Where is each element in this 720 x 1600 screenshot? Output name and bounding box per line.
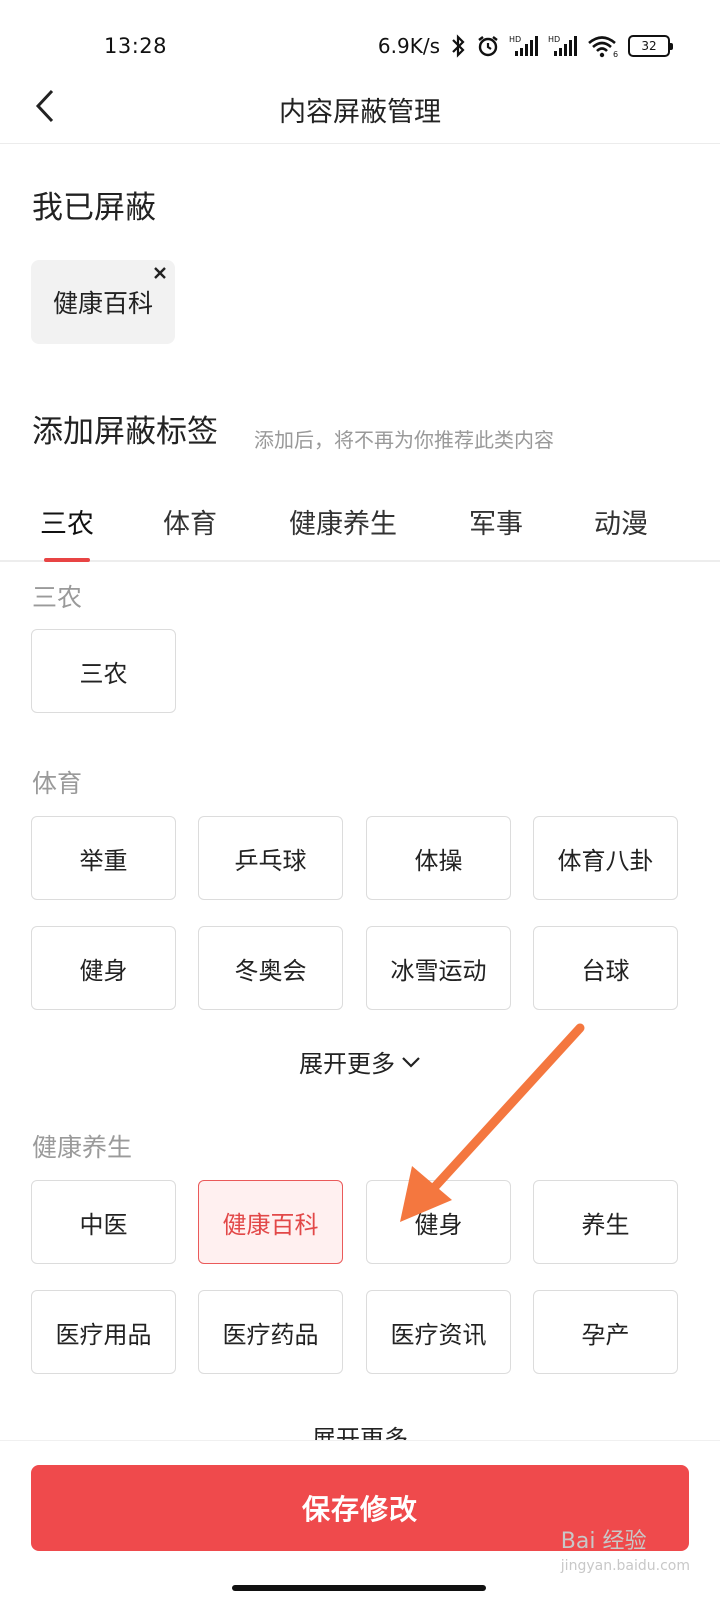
svg-text:HD: HD bbox=[509, 35, 521, 44]
tab-tiyu[interactable]: 体育 bbox=[163, 502, 217, 541]
tag-option[interactable]: 健身 bbox=[31, 926, 176, 1010]
svg-text:6: 6 bbox=[613, 50, 618, 58]
add-section-hint: 添加后，将不再为你推荐此类内容 bbox=[254, 428, 554, 452]
tab-dongman[interactable]: 动漫 bbox=[594, 502, 648, 541]
svg-text:HD: HD bbox=[548, 35, 560, 44]
watermark-domain: jingyan.baidu.com bbox=[560, 1558, 690, 1574]
signal-hd-icon: HD bbox=[548, 34, 578, 58]
watermark-logo: Bai 经验 jingyan.baidu.com bbox=[561, 1530, 690, 1578]
tag-option[interactable]: 冬奥会 bbox=[198, 926, 343, 1010]
expand-more-button[interactable]: 展开更多 bbox=[0, 1424, 720, 1440]
status-icons: 6.9K/s HD HD 6 32 bbox=[377, 30, 673, 62]
battery-icon: 32 bbox=[628, 35, 673, 57]
tag-option[interactable]: 体操 bbox=[366, 816, 511, 900]
category-label-jiankang: 健康养生 bbox=[32, 1133, 133, 1162]
tag-option[interactable]: 举重 bbox=[31, 816, 176, 900]
page-title: 内容屏蔽管理 bbox=[279, 97, 441, 128]
tag-option[interactable]: 养生 bbox=[533, 1180, 678, 1264]
category-label-sannong: 三农 bbox=[32, 583, 83, 612]
tag-option[interactable]: 医疗药品 bbox=[198, 1290, 343, 1374]
tag-option[interactable]: 冰雪运动 bbox=[366, 926, 511, 1010]
tag-option[interactable]: 健身 bbox=[366, 1180, 511, 1264]
tab-sannong[interactable]: 三农 bbox=[40, 502, 94, 541]
tag-option[interactable]: 医疗用品 bbox=[31, 1290, 176, 1374]
blocked-tag-chip[interactable]: 健康百科 bbox=[31, 260, 175, 344]
network-speed: 6.9K/s bbox=[377, 34, 440, 58]
status-time: 13:28 bbox=[104, 34, 168, 58]
wifi-icon: 6 bbox=[587, 34, 619, 58]
tag-option[interactable]: 乒乓球 bbox=[198, 816, 343, 900]
bluetooth-icon bbox=[449, 34, 467, 58]
active-tab-indicator bbox=[44, 558, 90, 562]
category-tabs: 三农 体育 健康养生 军事 动漫 bbox=[0, 488, 720, 562]
tab-jiankang-yangsheng[interactable]: 健康养生 bbox=[289, 502, 397, 541]
nav-bar: 内容屏蔽管理 bbox=[0, 86, 720, 144]
blocked-section-title: 我已屏蔽 bbox=[32, 190, 156, 226]
status-bar: 13:28 6.9K/s HD HD 6 32 bbox=[0, 0, 720, 86]
close-icon[interactable] bbox=[153, 266, 167, 280]
chevron-down-icon bbox=[402, 1056, 420, 1068]
blocked-tag-label: 健康百科 bbox=[52, 289, 153, 318]
category-label-tiyu: 体育 bbox=[32, 769, 83, 798]
tag-option[interactable]: 台球 bbox=[533, 926, 678, 1010]
watermark-brand: Bai 经验 bbox=[560, 1529, 647, 1554]
add-section-title: 添加屏蔽标签 bbox=[32, 414, 218, 450]
tag-option[interactable]: 医疗资讯 bbox=[366, 1290, 511, 1374]
home-indicator bbox=[232, 1585, 486, 1591]
tag-option[interactable]: 孕产 bbox=[533, 1290, 678, 1374]
tag-option[interactable]: 三农 bbox=[31, 629, 176, 713]
tag-option[interactable]: 中医 bbox=[31, 1180, 176, 1264]
expand-more-label: 展开更多 bbox=[312, 1425, 408, 1440]
tag-option[interactable]: 体育八卦 bbox=[533, 816, 678, 900]
expand-more-label: 展开更多 bbox=[299, 1050, 395, 1078]
expand-more-button[interactable]: 展开更多 bbox=[0, 1044, 720, 1079]
alarm-icon bbox=[476, 34, 500, 58]
tag-option-selected[interactable]: 健康百科 bbox=[198, 1180, 343, 1264]
tab-junshi[interactable]: 军事 bbox=[469, 502, 523, 541]
signal-hd-icon: HD bbox=[509, 34, 539, 58]
